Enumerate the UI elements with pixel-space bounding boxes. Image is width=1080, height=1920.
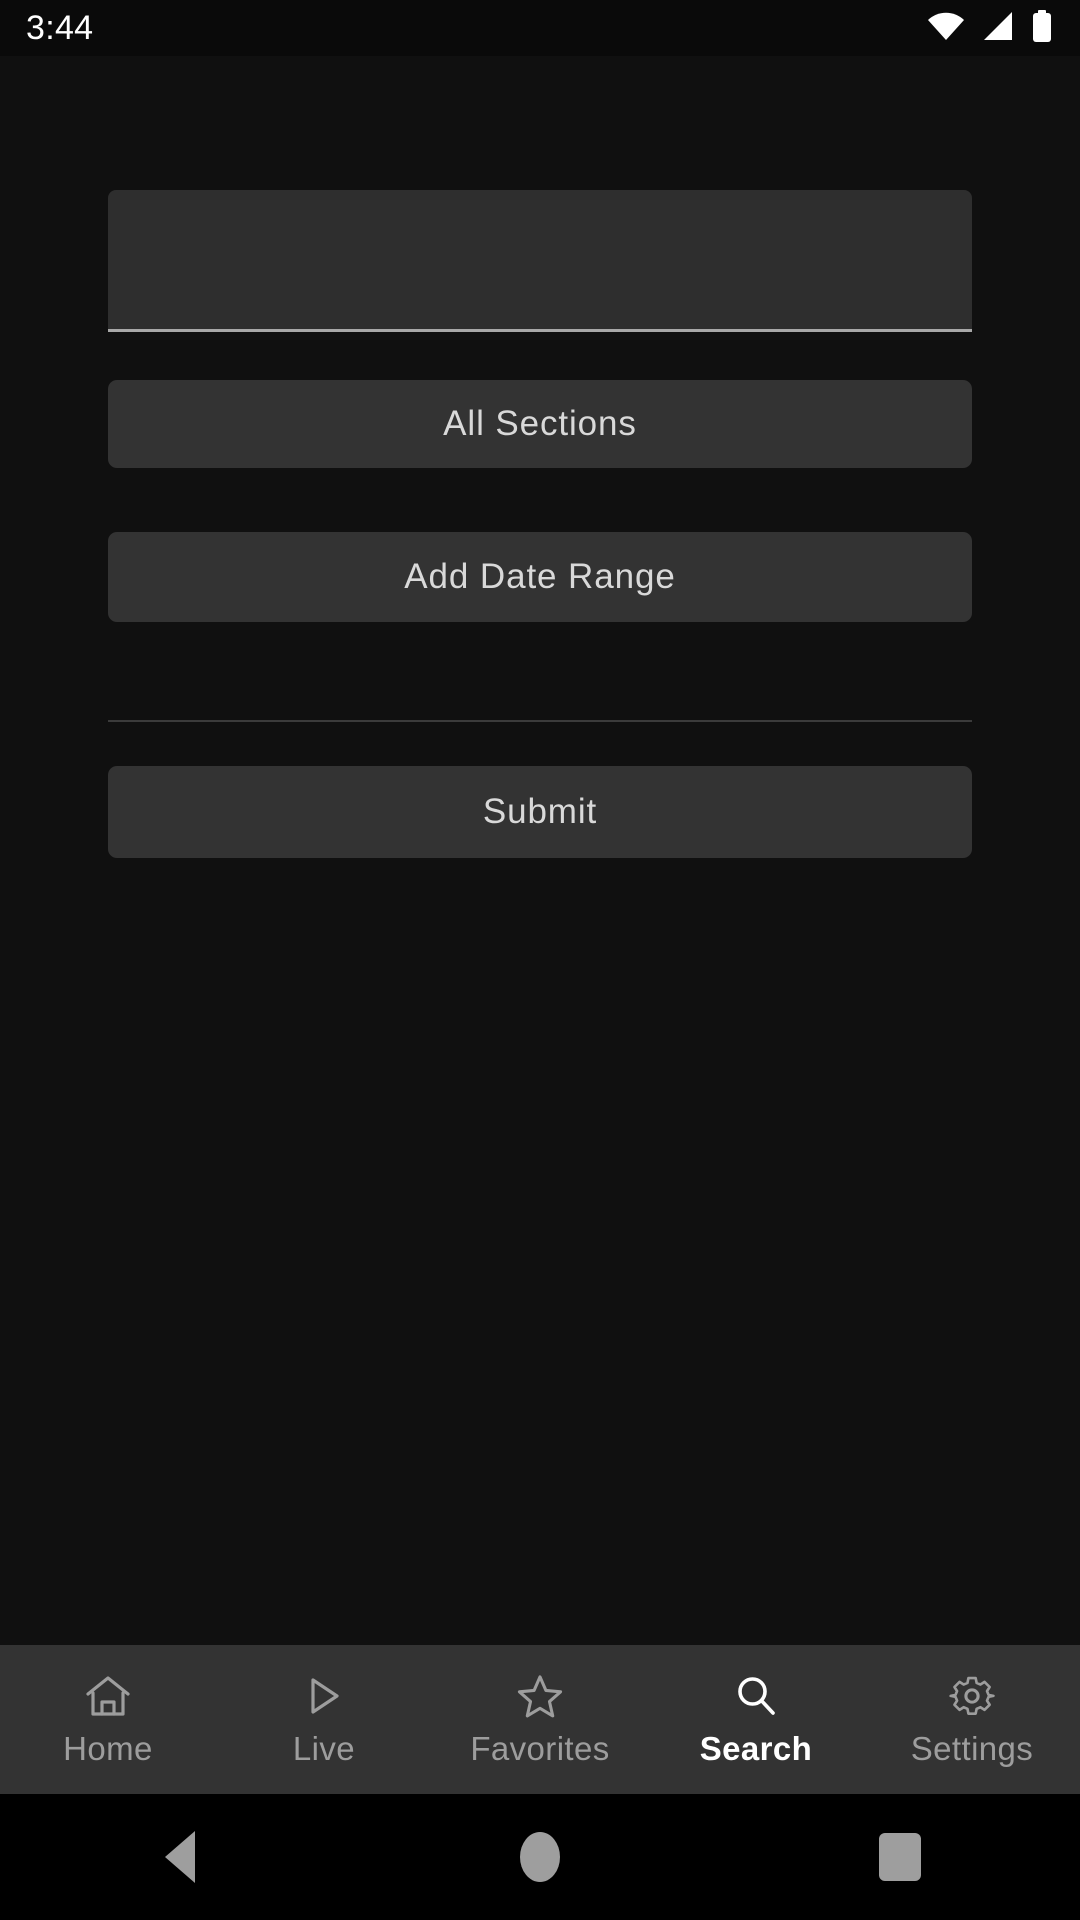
add-date-range-label: Add Date Range xyxy=(404,557,676,596)
tab-search-label: Search xyxy=(699,1730,813,1767)
star-icon xyxy=(516,1674,564,1718)
all-sections-label: All Sections xyxy=(443,404,637,443)
tab-favorites-label: Favorites xyxy=(470,1730,610,1767)
form-divider xyxy=(108,720,972,722)
submit-label: Submit xyxy=(482,792,598,831)
system-back-button[interactable] xyxy=(0,1831,360,1883)
square-icon xyxy=(879,1833,921,1881)
search-input[interactable] xyxy=(132,240,948,279)
tab-favorites[interactable]: Favorites xyxy=(432,1645,648,1794)
tab-home[interactable]: Home xyxy=(0,1645,216,1794)
add-date-range-button[interactable]: Add Date Range xyxy=(108,532,972,622)
tab-live-label: Live xyxy=(292,1730,356,1767)
system-recents-button[interactable] xyxy=(720,1833,1080,1881)
play-icon xyxy=(304,1674,344,1718)
tab-settings[interactable]: Settings xyxy=(864,1645,1080,1794)
app-screen: 3:44 All Sections Add Date Range Submit … xyxy=(0,0,1080,1920)
tab-home-label: Home xyxy=(63,1730,153,1767)
all-sections-button[interactable]: All Sections xyxy=(108,380,972,468)
status-bar: 3:44 xyxy=(0,0,1080,56)
wifi-icon xyxy=(928,12,964,45)
bottom-tab-bar: Home Live Favorites Search Settings xyxy=(0,1645,1080,1794)
status-bar-icons xyxy=(928,9,1052,47)
triangle-left-icon xyxy=(165,1831,195,1883)
tab-live[interactable]: Live xyxy=(216,1645,432,1794)
system-home-button[interactable] xyxy=(360,1832,720,1882)
battery-icon xyxy=(1032,9,1052,47)
gear-icon xyxy=(949,1674,995,1718)
system-navigation-bar xyxy=(0,1794,1080,1920)
status-bar-clock: 3:44 xyxy=(26,9,94,47)
tab-settings-label: Settings xyxy=(910,1730,1034,1767)
home-icon xyxy=(84,1674,132,1718)
cellular-signal-icon xyxy=(982,11,1014,45)
search-form-content: All Sections Add Date Range Submit xyxy=(0,56,1080,1645)
circle-icon xyxy=(520,1832,560,1882)
tab-search[interactable]: Search xyxy=(648,1645,864,1794)
search-icon xyxy=(734,1674,778,1718)
submit-button[interactable]: Submit xyxy=(108,766,972,858)
search-query-field[interactable] xyxy=(108,190,972,332)
